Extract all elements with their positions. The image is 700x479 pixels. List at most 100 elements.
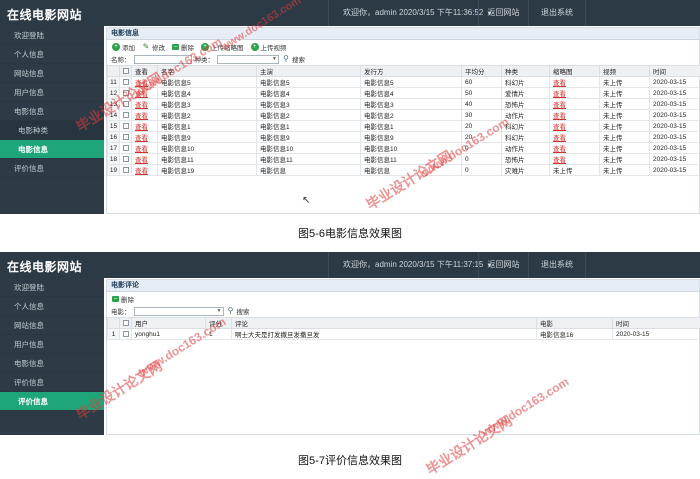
row-checkbox-cell[interactable] (120, 154, 132, 165)
view-link[interactable]: 查看 (553, 146, 566, 153)
column-header[interactable]: 评分 (206, 318, 232, 329)
column-header[interactable]: 电影 (537, 318, 613, 329)
checkbox[interactable] (123, 134, 129, 140)
view-link[interactable]: 查看 (553, 80, 566, 87)
sidebar-item-reviews[interactable]: 评价信息 (0, 159, 104, 178)
search-button[interactable]: ⚲搜索 (227, 306, 250, 316)
column-header[interactable]: 用户 (132, 318, 206, 329)
sidebar-item-site-info[interactable]: 网站信息 (0, 64, 104, 83)
checkbox[interactable] (123, 79, 129, 85)
upload-video-button[interactable]: +上传视频 (251, 42, 287, 52)
column-header[interactable]: 平均分 (462, 66, 502, 77)
edit-button[interactable]: ✎修改 (142, 42, 165, 52)
column-header[interactable]: 名字 (158, 66, 257, 77)
row-checkbox-cell[interactable] (120, 77, 132, 88)
checkbox[interactable] (123, 68, 129, 74)
column-header[interactable]: 时间 (613, 318, 700, 329)
column-header[interactable]: 时间 (650, 66, 700, 77)
table-row[interactable]: 18查看电影信息11电影信息11电影信息110恐怖片查看未上传2020-03-1… (108, 154, 700, 165)
checkbox[interactable] (123, 112, 129, 118)
return-site-link[interactable]: 返回网站 (478, 0, 528, 26)
view-link[interactable]: 查看 (135, 157, 148, 164)
row-number: 14 (108, 110, 120, 121)
view-link[interactable]: 查看 (135, 80, 148, 87)
sidebar-item-profile[interactable]: 个人信息 (0, 45, 104, 64)
column-header[interactable]: 发行方 (361, 66, 462, 77)
select-all-checkbox[interactable] (120, 66, 132, 77)
type-select[interactable]: ▼ (217, 55, 279, 64)
select-all-checkbox[interactable] (120, 318, 132, 329)
search-button[interactable]: ⚲搜索 (282, 54, 305, 64)
view-link[interactable]: 查看 (553, 113, 566, 120)
name-input[interactable] (134, 55, 192, 64)
row-checkbox-cell[interactable] (120, 121, 132, 132)
table-row[interactable]: 13查看电影信息3电影信息3电影信息340恐怖片查看未上传2020-03-15 (108, 99, 700, 110)
sidebar-item-reviews[interactable]: 评价信息 (0, 373, 104, 392)
checkbox[interactable] (123, 101, 129, 107)
view-link[interactable]: 查看 (135, 168, 148, 175)
sidebar-item-welcome[interactable]: 欢迎登陆 (0, 26, 104, 45)
user-info[interactable]: 欢迎你，admin 2020/3/15 下午11:37:15▼ (328, 252, 478, 278)
checkbox[interactable] (123, 145, 129, 151)
checkbox[interactable] (123, 123, 129, 129)
view-link[interactable]: 查看 (553, 124, 566, 131)
sidebar-item-profile[interactable]: 个人信息 (0, 297, 104, 316)
movie-select[interactable]: ▼ (134, 307, 224, 316)
user-info[interactable]: 欢迎你，admin 2020/3/15 下午11:36:52▼ (328, 0, 478, 26)
view-link[interactable]: 查看 (135, 102, 148, 109)
view-link[interactable]: 查看 (135, 135, 148, 142)
table-row[interactable]: 15查看电影信息1电影信息1电影信息120科幻片查看未上传2020-03-15 (108, 121, 700, 132)
delete-button[interactable]: –删除 (172, 42, 194, 52)
view-link[interactable]: 查看 (553, 135, 566, 142)
sidebar-item-reviews-active[interactable]: 评价信息 (0, 392, 104, 411)
row-checkbox-cell[interactable] (120, 88, 132, 99)
sidebar-item-movies[interactable]: 电影信息 (0, 354, 104, 373)
column-header[interactable]: 视频 (600, 66, 650, 77)
checkbox[interactable] (123, 320, 129, 326)
table-row[interactable]: 17查看电影信息10电影信息10电影信息100动作片查看未上传2020-03-1… (108, 143, 700, 154)
sidebar-item-movies[interactable]: 电影信息 (0, 102, 104, 121)
sidebar-item-movie-info-active[interactable]: 电影信息 (0, 140, 104, 159)
row-checkbox-cell[interactable] (120, 143, 132, 154)
table-row[interactable]: 19查看电影信息19电影信息电影信息0灾难片未上传未上传2020-03-15 (108, 165, 700, 176)
table-row[interactable]: 14查看电影信息2电影信息2电影信息230动作片查看未上传2020-03-15 (108, 110, 700, 121)
row-checkbox-cell[interactable] (120, 132, 132, 143)
movie-table: 查看 名字 主演 发行方 平均分 种类 缩略图 视频 时间 11查看电影信息5电… (107, 65, 700, 176)
logout-link[interactable]: 退出系统 (528, 252, 586, 278)
column-header[interactable]: 查看 (132, 66, 158, 77)
row-checkbox-cell[interactable] (120, 329, 132, 340)
row-checkbox-cell[interactable] (120, 99, 132, 110)
table-row[interactable]: 16查看电影信息9电影信息9电影信息920科幻片查看未上传2020-03-15 (108, 132, 700, 143)
return-site-link[interactable]: 返回网站 (478, 252, 528, 278)
table-row[interactable]: 12查看电影信息4电影信息4电影信息450爱情片查看未上传2020-03-15 (108, 88, 700, 99)
view-link[interactable]: 查看 (135, 124, 148, 131)
delete-button[interactable]: –删除 (112, 294, 134, 304)
sidebar-item-welcome[interactable]: 欢迎登陆 (0, 278, 104, 297)
column-header[interactable]: 主演 (257, 66, 361, 77)
table-row[interactable]: 11查看电影信息5电影信息5电影信息560科幻片查看未上传2020-03-15 (108, 77, 700, 88)
row-checkbox-cell[interactable] (120, 110, 132, 121)
view-link[interactable]: 查看 (135, 146, 148, 153)
view-link[interactable]: 查看 (553, 157, 566, 164)
view-link[interactable]: 查看 (135, 91, 148, 98)
view-link[interactable]: 查看 (553, 102, 566, 109)
checkbox[interactable] (123, 167, 129, 173)
row-checkbox-cell[interactable] (120, 165, 132, 176)
view-link[interactable]: 查看 (135, 113, 148, 120)
table-row[interactable]: 1yonghu11啊士大夫是打发撒旦发撒旦发电影信息162020-03-15 (108, 329, 700, 340)
table-cell: 电影信息10 (257, 143, 361, 154)
sidebar-item-users[interactable]: 用户信息 (0, 83, 104, 102)
view-link[interactable]: 查看 (553, 91, 566, 98)
upload-thumbnail-button[interactable]: +上传缩略图 (201, 42, 244, 52)
checkbox[interactable] (123, 90, 129, 96)
checkbox[interactable] (123, 156, 129, 162)
sidebar-item-site-info[interactable]: 网站信息 (0, 316, 104, 335)
checkbox[interactable] (123, 331, 129, 337)
sidebar-item-movie-types[interactable]: 电影种类 (0, 121, 104, 140)
column-header[interactable]: 缩略图 (550, 66, 600, 77)
column-header[interactable]: 评论 (232, 318, 537, 329)
sidebar-item-users[interactable]: 用户信息 (0, 335, 104, 354)
logout-link[interactable]: 退出系统 (528, 0, 586, 26)
add-button[interactable]: +添加 (112, 42, 135, 52)
column-header[interactable]: 种类 (502, 66, 550, 77)
